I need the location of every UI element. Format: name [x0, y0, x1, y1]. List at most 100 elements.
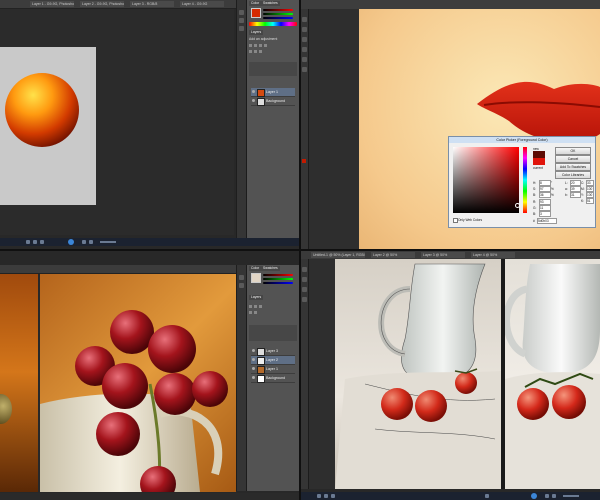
levels-icon[interactable]: [254, 305, 257, 308]
brush-tool-icon[interactable]: [302, 47, 307, 52]
volume-slider[interactable]: [100, 241, 116, 243]
marquee-tool-icon[interactable]: [302, 27, 307, 32]
layer-row[interactable]: Background: [251, 97, 295, 106]
brightness-icon[interactable]: [249, 44, 252, 47]
green-slider[interactable]: [263, 278, 293, 280]
gradient-tool-icon[interactable]: [302, 67, 307, 72]
canvas-document[interactable]: [0, 47, 96, 205]
lasso-tool-icon[interactable]: [302, 37, 307, 42]
green-slider[interactable]: [263, 13, 293, 15]
canvas-document[interactable]: [335, 259, 501, 489]
photo-filter-icon[interactable]: [259, 50, 262, 53]
visibility-eye-icon[interactable]: [252, 99, 255, 102]
document-tab[interactable]: Layer 3 - RGB/8: [130, 1, 174, 7]
play-icon[interactable]: [68, 239, 74, 245]
tab-swatches[interactable]: Swatches: [261, 266, 280, 271]
lasso-tool-icon[interactable]: [302, 287, 307, 292]
hue-icon[interactable]: [249, 311, 252, 314]
layers-options: [249, 62, 297, 76]
color-libraries-button[interactable]: Color Libraries: [555, 171, 591, 179]
document-tab[interactable]: Layer 4 @ 50%: [471, 252, 515, 258]
tab-layers[interactable]: Layers: [249, 295, 264, 300]
visibility-eye-icon[interactable]: [252, 376, 255, 379]
history-icon[interactable]: [239, 275, 244, 280]
color-spectrum-ramp[interactable]: [249, 22, 297, 26]
add-to-swatches-button[interactable]: Add To Swatches: [555, 163, 591, 171]
rewind-icon[interactable]: [324, 494, 328, 498]
document-tab[interactable]: Layer 2 - G9-9G, Photoshop - RGB/8: [80, 1, 124, 7]
layer-row[interactable]: Layer 1: [251, 88, 295, 97]
canvas-document[interactable]: [40, 274, 236, 492]
document-tab[interactable]: Layer 1 - G9-9G, Photoshop - RGB/8: [30, 1, 74, 7]
layer-row[interactable]: Background: [251, 374, 295, 383]
prev-icon[interactable]: [485, 494, 489, 498]
stop-icon[interactable]: [40, 240, 44, 244]
forward-icon[interactable]: [545, 494, 549, 498]
red-slider[interactable]: [263, 274, 293, 276]
balance-icon[interactable]: [254, 50, 257, 53]
blue-slider[interactable]: [263, 282, 293, 284]
document-tab[interactable]: Layer 2 @ 50%: [371, 252, 415, 258]
ok-button[interactable]: OK: [555, 147, 591, 155]
blue-input[interactable]: 3: [539, 211, 551, 217]
b-input[interactable]: 31: [570, 192, 581, 198]
stop-icon[interactable]: [331, 494, 335, 498]
document-tab[interactable]: Layer 4 - G9-9G: [180, 1, 224, 7]
black-input[interactable]: 51: [586, 198, 594, 204]
field-label: L:: [565, 181, 568, 185]
move-tool-icon[interactable]: [302, 267, 307, 272]
brush-icon[interactable]: [239, 26, 244, 31]
curves-icon[interactable]: [259, 305, 262, 308]
document-tab[interactable]: Untitled-1 @ 50% (Layer 1, RGB/8): [311, 252, 365, 258]
canvas-document-2[interactable]: [503, 259, 600, 489]
new-color-swatch: [533, 151, 545, 158]
levels-icon[interactable]: [254, 44, 257, 47]
visibility-eye-icon[interactable]: [252, 358, 255, 361]
adjustment-icons: [249, 44, 297, 58]
curves-icon[interactable]: [259, 44, 262, 47]
skip-forward-icon[interactable]: [89, 240, 93, 244]
properties-icon[interactable]: [239, 18, 244, 23]
blue-slider[interactable]: [263, 17, 293, 19]
tab-color[interactable]: Color: [249, 266, 262, 271]
play-icon[interactable]: [531, 493, 537, 499]
eraser-tool-icon[interactable]: [302, 57, 307, 62]
volume-slider[interactable]: [563, 495, 579, 497]
hex-input[interactable]: 5d0b03: [537, 218, 557, 224]
layer-row[interactable]: Layer 2: [251, 356, 295, 365]
visibility-eye-icon[interactable]: [252, 349, 255, 352]
marquee-tool-icon[interactable]: [302, 277, 307, 282]
saturation-brightness-field[interactable]: [453, 147, 520, 213]
skip-back-icon[interactable]: [26, 240, 30, 244]
history-icon[interactable]: [239, 10, 244, 15]
move-tool-icon[interactable]: [302, 17, 307, 22]
forward-icon[interactable]: [82, 240, 86, 244]
skip-forward-icon[interactable]: [552, 494, 556, 498]
foreground-color-swatch[interactable]: [251, 273, 261, 283]
tab-swatches[interactable]: Swatches: [261, 1, 280, 6]
visibility-eye-icon[interactable]: [252, 90, 255, 93]
layer-thumbnail: [257, 89, 265, 97]
properties-icon[interactable]: [239, 283, 244, 288]
layer-row[interactable]: Layer 3: [251, 347, 295, 356]
red-slider[interactable]: [263, 9, 293, 11]
foreground-color-swatch[interactable]: [302, 159, 306, 163]
tab-adjustments[interactable]: Layers: [249, 30, 264, 35]
foreground-color-swatch[interactable]: [251, 8, 261, 18]
skip-back-icon[interactable]: [317, 494, 321, 498]
hue-slider[interactable]: [523, 147, 527, 213]
brush-tool-icon[interactable]: [302, 297, 307, 302]
status-bar: [0, 493, 299, 500]
cancel-button[interactable]: Cancel: [555, 155, 591, 163]
hue-icon[interactable]: [249, 50, 252, 53]
layer-row[interactable]: Layer 1: [251, 365, 295, 374]
tab-color[interactable]: Color: [249, 1, 262, 6]
visibility-eye-icon[interactable]: [252, 367, 255, 370]
window-bottom-right: Untitled-1 @ 50% (Layer 1, RGB/8) Layer …: [301, 251, 600, 500]
exposure-icon[interactable]: [264, 44, 267, 47]
document-tab[interactable]: Layer 3 @ 50%: [421, 252, 465, 258]
brightness-icon[interactable]: [249, 305, 252, 308]
balance-icon[interactable]: [254, 311, 257, 314]
brightness-input[interactable]: 36: [539, 192, 551, 198]
rewind-icon[interactable]: [33, 240, 37, 244]
